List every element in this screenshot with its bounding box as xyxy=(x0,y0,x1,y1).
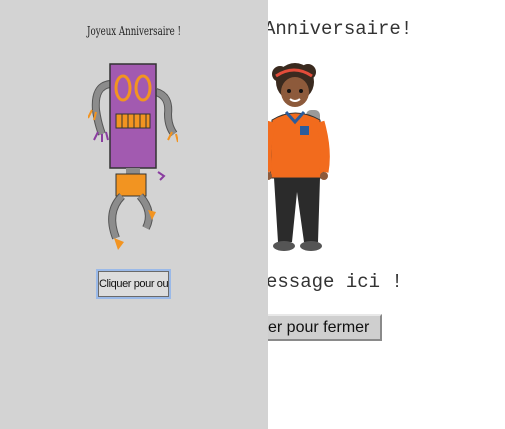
card-cover: Joyeux Anniversaire ! Cliquer pour ouvri xyxy=(0,0,268,429)
inside-message: essage ici ! xyxy=(266,271,403,293)
close-card-button[interactable]: er pour fermer xyxy=(262,314,382,341)
inside-title: Anniversaire! xyxy=(264,18,413,40)
open-card-button[interactable]: Cliquer pour ouvrir xyxy=(96,269,171,299)
girl-illustration xyxy=(262,63,330,251)
robot-illustration xyxy=(88,63,178,250)
cover-title: Joyeux Anniversaire ! xyxy=(87,24,181,38)
